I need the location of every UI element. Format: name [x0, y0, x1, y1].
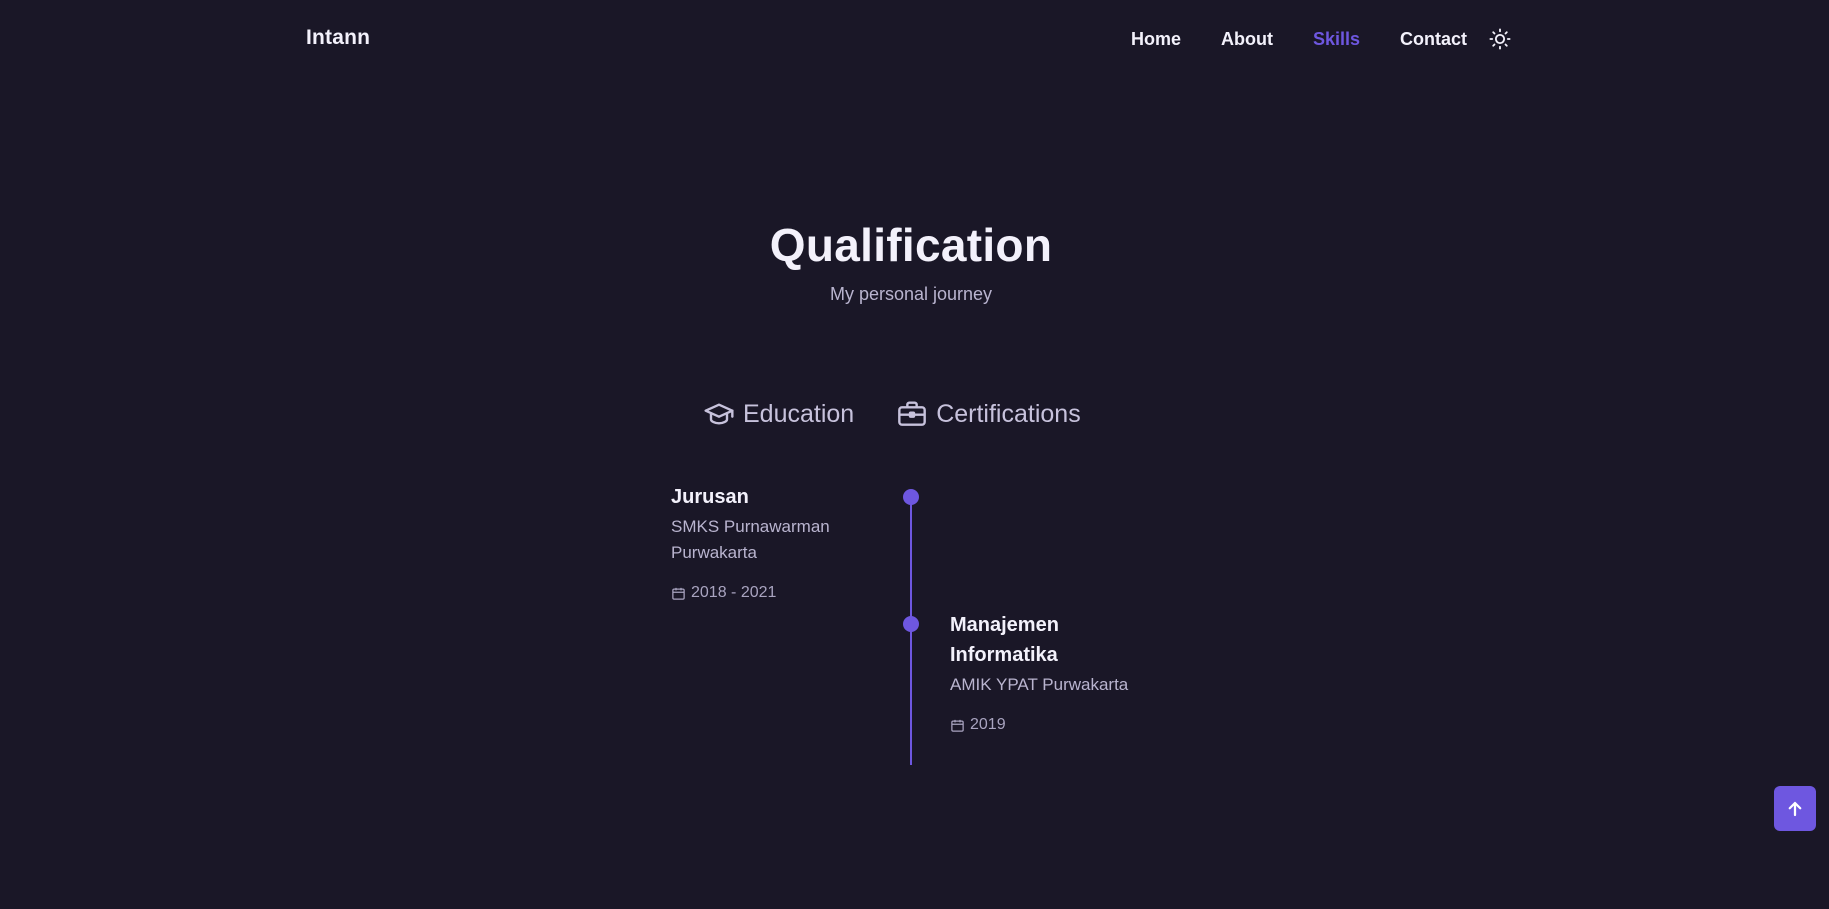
calendar-icon	[951, 719, 964, 732]
site-header: Intann Home About Skills Contact	[0, 0, 1829, 78]
tab-education[interactable]: Education	[703, 398, 854, 430]
scroll-up-button[interactable]	[1774, 786, 1816, 831]
theme-toggle-button[interactable]	[1487, 26, 1513, 52]
qualification-item: Manajemen Informatika AMIK YPAT Purwakar…	[950, 610, 1160, 734]
nav-link-contact[interactable]: Contact	[1400, 26, 1467, 52]
qualification-school: SMKS Purnawarman Purwakarta	[671, 517, 830, 562]
timeline-dot	[903, 616, 919, 632]
qualification-date-text: 2019	[970, 716, 1006, 733]
nav-link-home[interactable]: Home	[1131, 26, 1181, 52]
qualification-title: Jurusan	[671, 486, 749, 508]
qualification-date-text: 2018 - 2021	[691, 584, 777, 601]
section-subtitle: My personal journey	[829, 284, 993, 304]
main-nav: Home About Skills Contact	[1131, 26, 1513, 52]
qualification-tabs: Education Certifications	[703, 398, 1081, 430]
qualification-school: AMIK YPAT Purwakarta	[950, 675, 1129, 694]
tab-education-label: Education	[743, 399, 855, 428]
qualification-date: 2018 - 2021	[671, 584, 891, 602]
briefcase-icon	[898, 401, 927, 426]
qualification-item: Jurusan SMKS Purnawarman Purwakarta 2018…	[671, 482, 891, 602]
logo[interactable]: Intann	[306, 26, 370, 50]
graduation-cap-icon	[704, 403, 734, 425]
qualification-date: 2019	[950, 716, 1160, 734]
arrow-up-icon	[1788, 801, 1802, 816]
timeline-dot	[903, 489, 919, 505]
nav-link-skills[interactable]: Skills	[1313, 26, 1360, 52]
calendar-icon	[672, 587, 685, 600]
nav-link-about[interactable]: About	[1221, 26, 1273, 52]
tab-certifications-label: Certifications	[936, 399, 1081, 428]
qualification-title: Manajemen Informatika	[950, 614, 1059, 666]
section-title: Qualification	[769, 219, 1053, 271]
tab-certifications[interactable]: Certifications	[896, 398, 1081, 430]
sun-icon	[1489, 28, 1511, 50]
